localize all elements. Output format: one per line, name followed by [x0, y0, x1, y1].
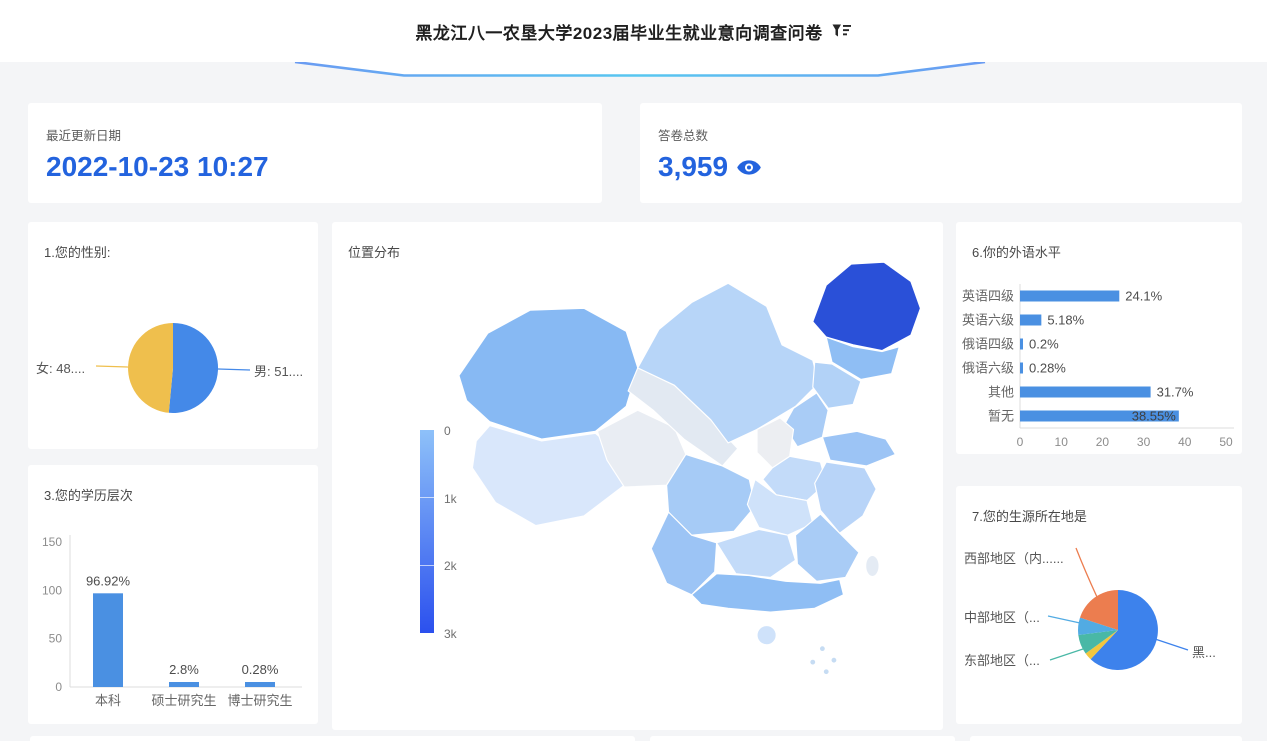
total-responses-number: 3,959 [658, 151, 728, 183]
svg-text:38.55%: 38.55% [1132, 409, 1177, 424]
gender-female-label: 女: 48.... [36, 358, 85, 377]
svg-text:博士研究生: 博士研究生 [227, 693, 292, 708]
svg-text:31.7%: 31.7% [1157, 385, 1194, 400]
svg-text:20: 20 [1096, 435, 1110, 449]
origin-west-label: 西部地区（内...... [964, 548, 1064, 567]
svg-text:0.28%: 0.28% [242, 662, 279, 677]
location-map-title: 位置分布 [348, 242, 400, 261]
language-bar-chart[interactable]: 英语四级 24.1% 英语六级 5.18% 俄语四级 0.2% 俄语六级 0.28% 其他 31.… [956, 222, 1242, 454]
svg-text:暂无: 暂无 [988, 409, 1014, 424]
svg-text:0.28%: 0.28% [1029, 361, 1066, 376]
eye-icon[interactable] [736, 158, 762, 177]
svg-text:30: 30 [1137, 435, 1151, 449]
origin-pie-chart[interactable] [956, 486, 1242, 724]
svg-text:硕士研究生: 硕士研究生 [151, 693, 216, 708]
last-update-value: 2022-10-23 10:27 [46, 151, 269, 183]
header-swoosh-decoration [0, 62, 1267, 82]
origin-middle-label: 中部地区（... [964, 607, 1040, 626]
svg-text:俄语六级: 俄语六级 [962, 361, 1014, 376]
origin-east-label: 东部地区（... [964, 650, 1040, 669]
education-bar-chart[interactable]: 0 50 100 150 96.92% 本科 2.8% 硕士研究生 0.28% 博士研究生 [28, 465, 318, 724]
origin-heilongjiang-label: 黑... [1192, 642, 1216, 661]
survey-dashboard: 黑龙江八一农垦大学2023届毕业生就业意向调查问卷 最近更新日期 2022-10… [0, 0, 1267, 741]
next-row-card-sliver [650, 736, 955, 741]
svg-text:150: 150 [42, 535, 62, 549]
province-taiwan [866, 555, 879, 576]
next-row-card-sliver [30, 736, 635, 741]
svg-text:50: 50 [49, 632, 63, 646]
header-bar: 黑龙江八一农垦大学2023届毕业生就业意向调查问卷 [0, 0, 1267, 62]
china-map[interactable] [432, 248, 932, 682]
next-row-card-sliver [970, 736, 1242, 741]
gender-chart-card: 1.您的性别: 女: 48.... 男: 51.... [28, 222, 318, 449]
svg-text:40: 40 [1178, 435, 1192, 449]
province-hainan [757, 626, 776, 645]
province-heilongjiang [813, 262, 921, 350]
svg-text:英语四级: 英语四级 [962, 289, 1014, 304]
page-title: 黑龙江八一农垦大学2023届毕业生就业意向调查问卷 [415, 19, 822, 44]
svg-text:本科: 本科 [95, 693, 121, 708]
total-responses-value: 3,959 [658, 151, 762, 183]
last-update-label: 最近更新日期 [46, 125, 121, 144]
svg-text:50: 50 [1219, 435, 1233, 449]
svg-text:英语六级: 英语六级 [962, 313, 1014, 328]
province-shandong [822, 431, 895, 466]
gender-pie-chart[interactable] [28, 222, 318, 449]
location-map-card: 位置分布 01k2k3k [332, 222, 943, 730]
svg-text:24.1%: 24.1% [1125, 289, 1162, 304]
total-responses-card: 答卷总数 3,959 [640, 103, 1242, 203]
svg-text:0: 0 [1017, 435, 1024, 449]
province-xinjiang [459, 308, 638, 439]
total-responses-label: 答卷总数 [658, 125, 708, 144]
last-update-card: 最近更新日期 2022-10-23 10:27 [28, 103, 602, 203]
education-chart-card: 3.您的学历层次 05010015096.92%本科2.8%硕士研究生0.28%… [28, 465, 318, 724]
svg-text:2.8%: 2.8% [169, 662, 199, 677]
svg-text:俄语四级: 俄语四级 [962, 337, 1014, 352]
svg-text:0: 0 [55, 680, 62, 694]
svg-text:10: 10 [1055, 435, 1069, 449]
svg-text:5.18%: 5.18% [1047, 313, 1084, 328]
south-china-sea-islands [810, 646, 836, 674]
svg-text:0.2%: 0.2% [1029, 337, 1059, 352]
svg-text:96.92%: 96.92% [86, 573, 131, 588]
origin-chart-card: 7.您的生源所在地是 西部地区（内...... 中部地区（... 东部地区（..… [956, 486, 1242, 724]
language-chart-card: 6.你的外语水平 英语四级24.1%英语六级5.18%俄语四级0.2%俄语六级0… [956, 222, 1242, 454]
svg-text:100: 100 [42, 583, 62, 597]
province-guizhou-hunan [717, 529, 796, 577]
gender-male-label: 男: 51.... [254, 361, 303, 380]
filter-list-icon[interactable] [832, 24, 852, 39]
svg-text:其他: 其他 [988, 385, 1014, 400]
